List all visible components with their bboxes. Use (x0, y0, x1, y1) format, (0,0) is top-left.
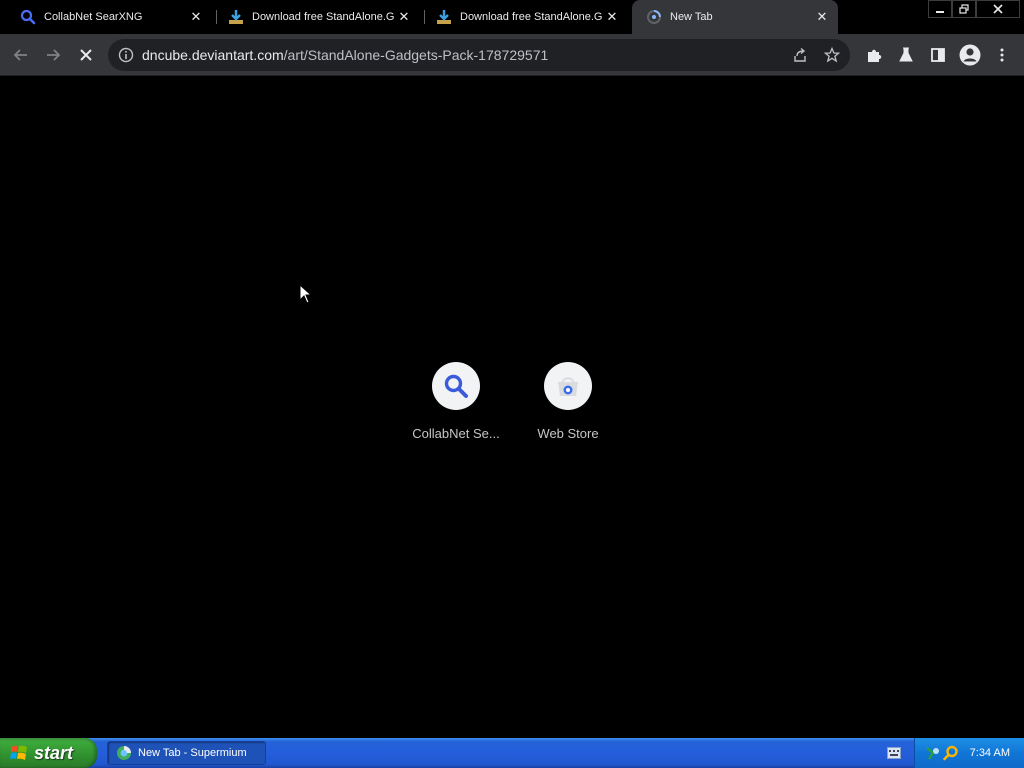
url-host: dncube.deviantart.com (142, 47, 284, 63)
back-arrow-icon (13, 49, 27, 61)
avatar-icon (959, 44, 981, 66)
windows-logo-icon (10, 745, 27, 760)
flask-icon (899, 47, 913, 62)
tab-title: New Tab (670, 11, 713, 23)
tab-strip: CollabNet SearXNG ✕ Download free StandA… (0, 0, 1024, 34)
search-icon (20, 9, 36, 25)
minimize-icon (936, 11, 944, 13)
shortcut-web-store[interactable]: Web Store (512, 362, 624, 441)
site-info-icon[interactable] (118, 47, 134, 68)
loading-icon (646, 9, 662, 25)
supermium-icon (117, 746, 131, 760)
network-icon[interactable] (925, 745, 941, 761)
stop-loading-button[interactable] (73, 42, 99, 68)
tab-title: CollabNet SearXNG (44, 11, 143, 23)
shortcut-tile[interactable] (544, 362, 592, 410)
profile-button[interactable] (957, 42, 983, 68)
system-tray: 7:34 AM (914, 738, 1024, 768)
tab-separator (424, 10, 425, 24)
close-window-button[interactable] (976, 0, 1020, 18)
side-panel-icon (931, 48, 945, 62)
address-bar[interactable]: dncube.deviantart.com/art/StandAlone-Gad… (108, 39, 850, 71)
search-tray-icon[interactable] (943, 745, 959, 761)
keyboard-icon[interactable] (887, 747, 901, 759)
taskbar-window-button[interactable]: New Tab - Supermium (107, 741, 266, 765)
search-icon (444, 374, 468, 398)
tab-collabnet-searxng[interactable]: CollabNet SearXNG ✕ (12, 0, 212, 34)
shortcut-tile[interactable] (432, 362, 480, 410)
close-icon[interactable]: ✕ (188, 9, 204, 25)
taskbar-window-label: New Tab - Supermium (138, 747, 247, 759)
share-icon[interactable] (792, 47, 808, 68)
kebab-menu-icon (1000, 48, 1004, 62)
shortcut-collabnet[interactable]: CollabNet Se... (400, 362, 512, 441)
tab-title: Download free StandAlone.G (252, 11, 395, 23)
forward-button[interactable] (40, 42, 66, 68)
forward-arrow-icon (47, 49, 61, 61)
web-store-icon (558, 377, 578, 396)
shortcut-label: CollabNet Se... (412, 426, 500, 441)
tab-download-standalone-2[interactable]: Download free StandAlone.G ✕ (428, 0, 628, 34)
minimize-button[interactable] (928, 0, 952, 18)
extensions-button[interactable] (861, 42, 887, 68)
tab-separator (216, 10, 217, 24)
close-icon[interactable]: ✕ (814, 9, 830, 25)
restore-icon (959, 4, 969, 14)
mouse-cursor-icon (299, 284, 313, 304)
close-icon[interactable]: ✕ (604, 9, 620, 25)
tab-download-standalone-1[interactable]: Download free StandAlone.G ✕ (220, 0, 420, 34)
close-icon[interactable]: ✕ (396, 9, 412, 25)
browser-toolbar: dncube.deviantart.com/art/StandAlone-Gad… (0, 34, 1024, 76)
tab-title: Download free StandAlone.G (460, 11, 603, 23)
side-panel-button[interactable] (925, 42, 951, 68)
bookmark-star-icon[interactable] (823, 46, 841, 68)
taskbar: start New Tab - Supermium 7:34 AM (0, 738, 1024, 768)
back-button[interactable] (8, 42, 34, 68)
download-icon (228, 9, 244, 25)
url-path: /art/StandAlone-Gadgets-Pack-178729571 (283, 47, 549, 63)
shortcut-label: Web Store (537, 426, 599, 441)
tab-new-tab[interactable]: New Tab ✕ (632, 0, 838, 34)
labs-button[interactable] (893, 42, 919, 68)
start-button[interactable]: start (0, 738, 97, 768)
stop-icon (80, 49, 92, 61)
download-icon (436, 9, 452, 25)
restore-button[interactable] (952, 0, 976, 18)
url-text[interactable]: dncube.deviantart.com/art/StandAlone-Gad… (142, 39, 548, 71)
start-label: start (34, 742, 74, 763)
clock: 7:34 AM (969, 747, 1010, 759)
puzzle-icon (868, 49, 882, 62)
close-icon (993, 4, 1003, 14)
menu-button[interactable] (989, 42, 1015, 68)
